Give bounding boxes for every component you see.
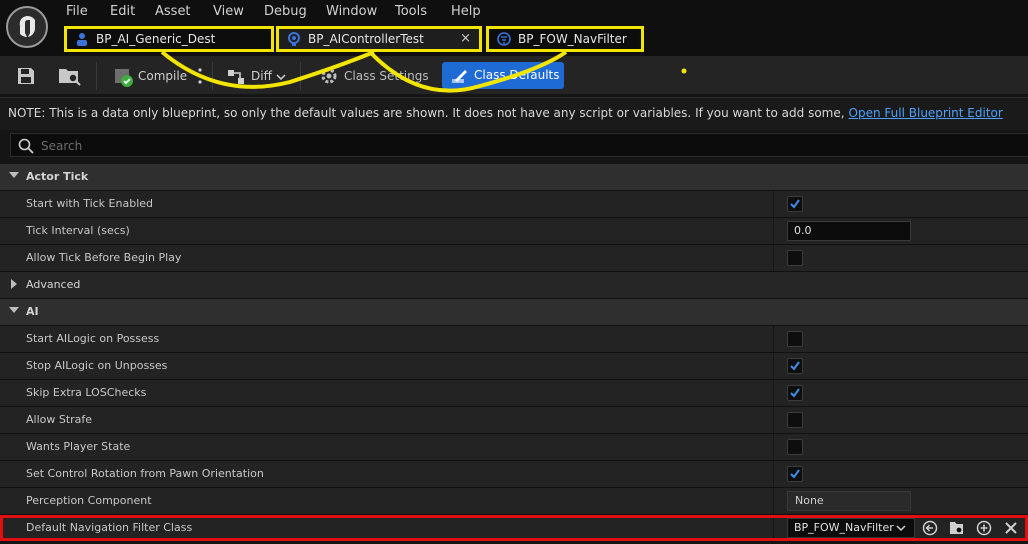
open-full-blueprint-editor-link[interactable]: Open Full Blueprint Editor [849, 106, 1003, 120]
search-icon [18, 138, 34, 154]
data-only-note: NOTE: This is a data only blueprint, so … [0, 97, 1028, 130]
prop-allow-strafe: Allow Strafe [0, 407, 1028, 434]
prop-label: Set Control Rotation from Pawn Orientati… [26, 467, 264, 480]
collapse-arrow-icon [11, 279, 17, 289]
checkmark-icon [790, 388, 800, 398]
category-ai[interactable]: AI [0, 299, 1028, 326]
prop-label: Default Navigation Filter Class [26, 521, 193, 534]
prop-label: Skip Extra LOSChecks [26, 386, 147, 399]
prop-label: Allow Tick Before Begin Play [26, 251, 182, 264]
prop-skip-extra-loschecks: Skip Extra LOSChecks [0, 380, 1028, 407]
start-with-tick-enabled-checkbox[interactable] [787, 196, 803, 212]
prop-start-with-tick-enabled: Start with Tick Enabled [0, 191, 1028, 218]
combo-value: BP_FOW_NavFilter [794, 521, 894, 534]
checkmark-icon [790, 199, 800, 209]
note-text: NOTE: This is a data only blueprint, so … [8, 106, 845, 120]
prop-label: Tick Interval (secs) [26, 224, 130, 237]
browse-asset-icon[interactable] [949, 520, 965, 536]
checkmark-icon [790, 361, 800, 371]
allow-strafe-checkbox[interactable] [787, 412, 803, 428]
prop-start-ailogic-on-possess: Start AILogic on Possess [0, 326, 1028, 353]
search-box [10, 133, 1028, 157]
prop-stop-ailogic-on-unposses: Stop AILogic on Unposses [0, 353, 1028, 380]
chevron-down-icon [896, 525, 906, 531]
tick-interval-field[interactable]: 0.0 [787, 221, 911, 241]
prop-wants-player-state: Wants Player State [0, 434, 1028, 461]
checkmark-icon [790, 469, 800, 479]
perception-component-combo[interactable]: None [787, 491, 911, 511]
stop-ailogic-on-unposses-checkbox[interactable] [787, 358, 803, 374]
prop-set-control-rotation: Set Control Rotation from Pawn Orientati… [0, 461, 1028, 488]
category-label: Advanced [26, 278, 81, 291]
expand-arrow-icon [9, 307, 19, 313]
prop-perception-component: Perception Component None [0, 488, 1028, 515]
category-actor-tick[interactable]: Actor Tick [0, 164, 1028, 191]
prop-allow-tick-before-begin-play: Allow Tick Before Begin Play [0, 245, 1028, 272]
allow-tick-before-begin-play-checkbox[interactable] [787, 250, 803, 266]
search-input[interactable] [39, 136, 943, 156]
prop-label: Start with Tick Enabled [26, 197, 154, 210]
prop-default-navigation-filter-class: Default Navigation Filter Class BP_FOW_N… [0, 515, 1028, 541]
set-control-rotation-checkbox[interactable] [787, 466, 803, 482]
category-label: Actor Tick [26, 170, 89, 183]
category-label: AI [26, 305, 39, 318]
prop-label: Wants Player State [26, 440, 131, 453]
category-advanced[interactable]: Advanced [0, 272, 1028, 299]
skip-extra-loschecks-checkbox[interactable] [787, 385, 803, 401]
add-new-icon[interactable] [976, 520, 992, 536]
use-selected-asset-icon[interactable] [922, 520, 938, 536]
prop-label: Allow Strafe [26, 413, 93, 426]
prop-tick-interval: Tick Interval (secs) 0.0 [0, 218, 1028, 245]
annotation-arcs [160, 50, 687, 93]
default-navigation-filter-class-combo[interactable]: BP_FOW_NavFilter [787, 518, 915, 538]
prop-label: Perception Component [26, 494, 152, 507]
wants-player-state-checkbox[interactable] [787, 439, 803, 455]
start-ailogic-on-possess-checkbox[interactable] [787, 331, 803, 347]
expand-arrow-icon [9, 172, 19, 178]
clear-icon[interactable] [1003, 520, 1019, 536]
prop-label: Start AILogic on Possess [26, 332, 160, 345]
prop-label: Stop AILogic on Unposses [26, 359, 168, 372]
